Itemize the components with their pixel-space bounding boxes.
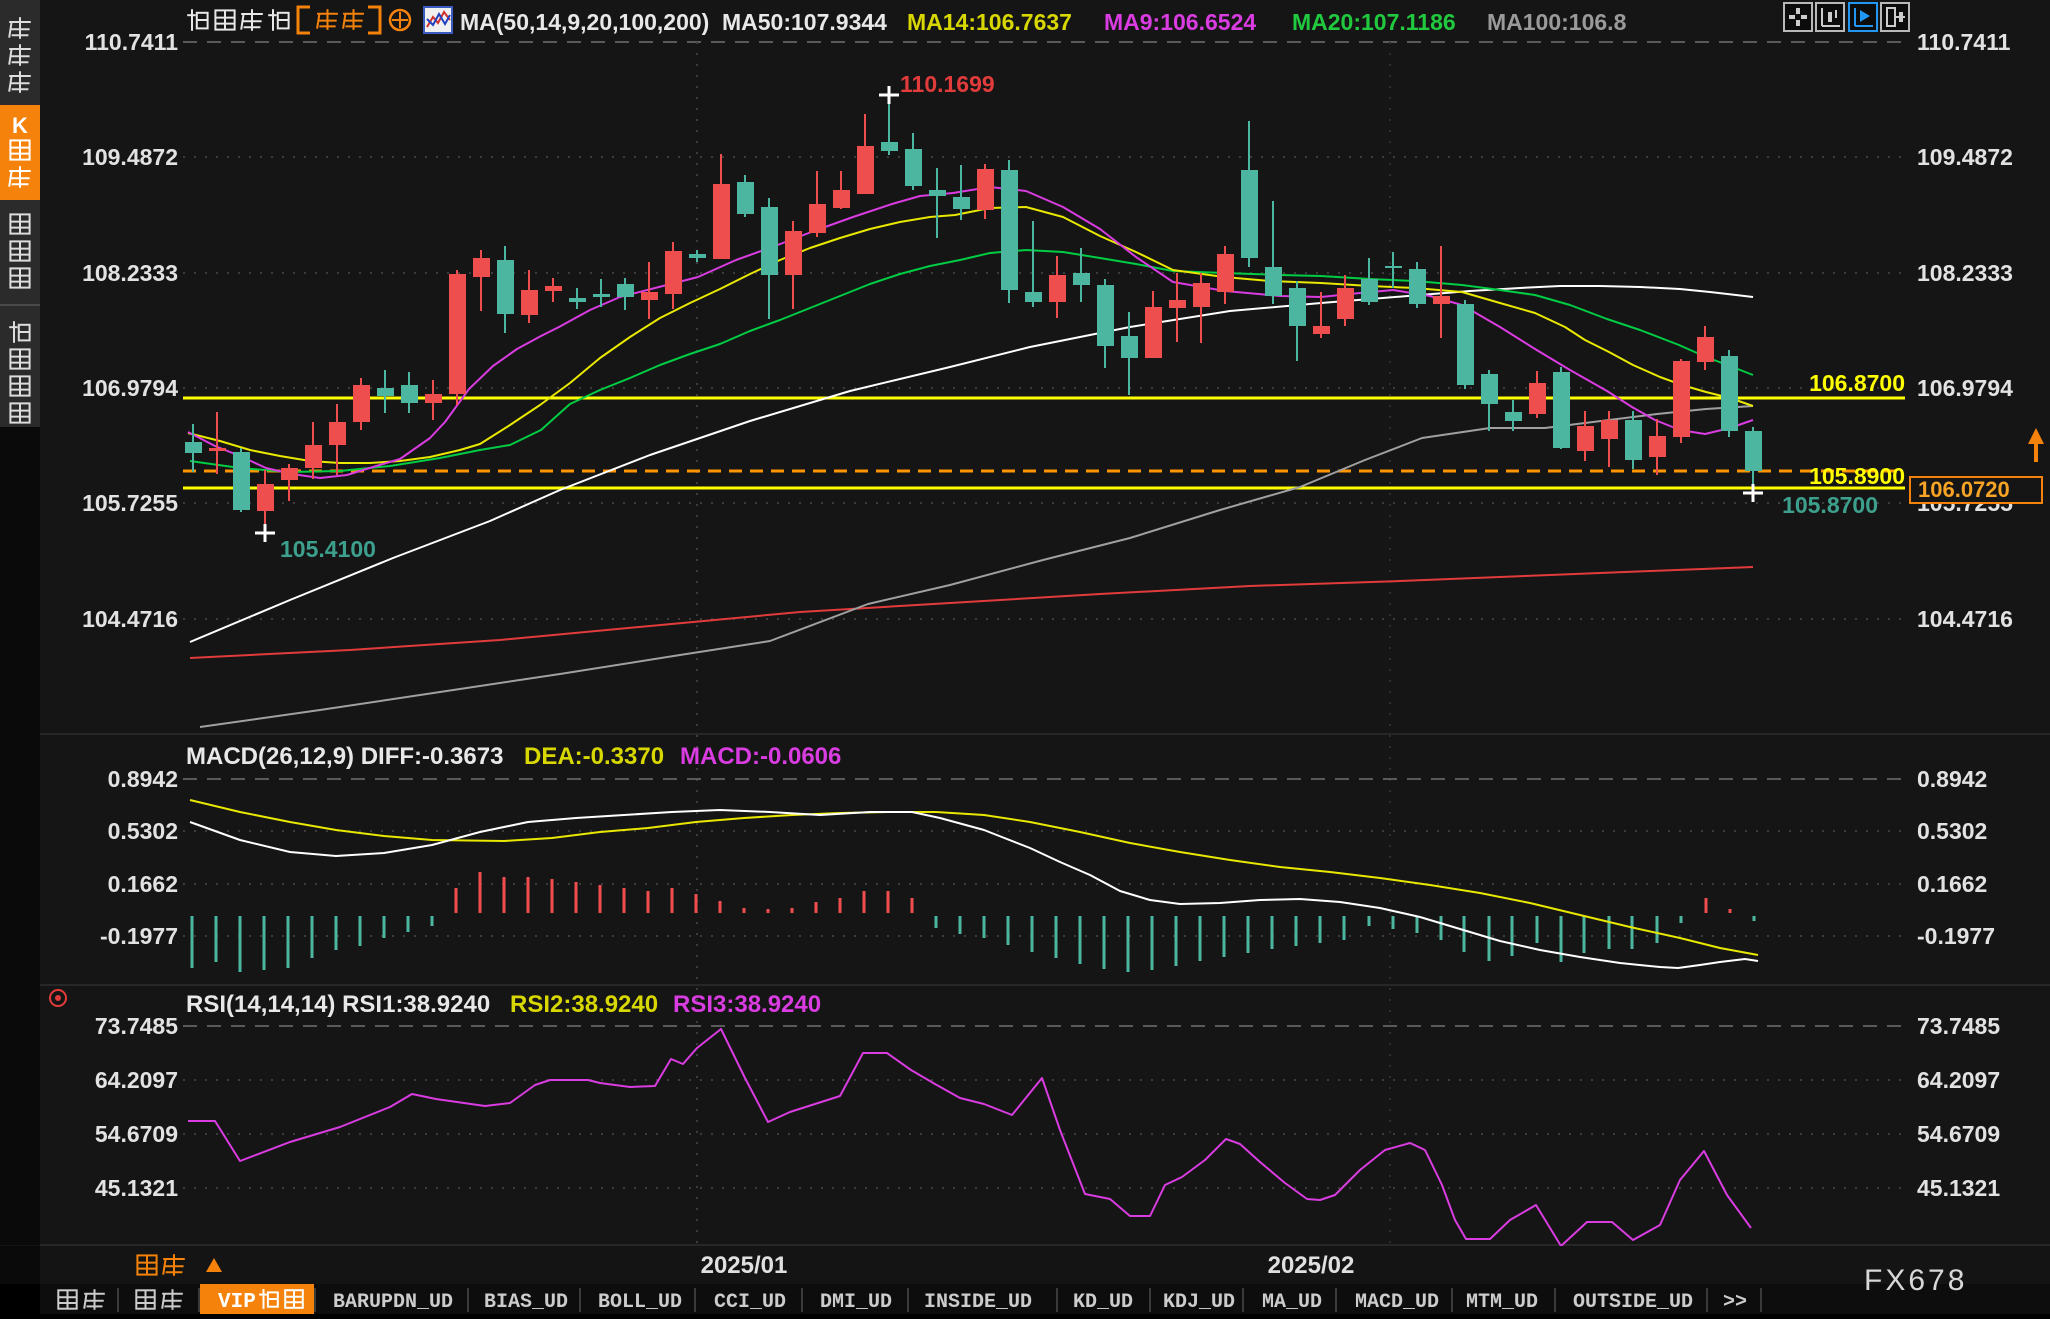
svg-text:MA20:107.1186: MA20:107.1186 [1292,9,1456,35]
svg-text:106.9794: 106.9794 [82,375,178,401]
svg-text:RSI3:38.9240: RSI3:38.9240 [673,991,821,1018]
svg-text:109.4872: 109.4872 [82,144,178,170]
svg-text:-0.1977: -0.1977 [1917,923,1995,949]
svg-text:INSIDE_UD: INSIDE_UD [924,1291,1032,1314]
svg-text:DEA:-0.3370: DEA:-0.3370 [524,743,664,770]
svg-text:-0.1977: -0.1977 [100,923,178,949]
svg-text:73.7485: 73.7485 [95,1013,178,1039]
svg-text:106.8700: 106.8700 [1809,370,1905,396]
svg-text:MACD:-0.0606: MACD:-0.0606 [680,743,841,770]
svg-text:105.7255: 105.7255 [82,490,178,516]
svg-text:108.2333: 108.2333 [1917,260,2013,286]
svg-text:KD_UD: KD_UD [1073,1291,1133,1314]
svg-text:64.2097: 64.2097 [95,1067,178,1093]
svg-text:104.4716: 104.4716 [1917,606,2013,632]
svg-text:MA100:106.8: MA100:106.8 [1487,9,1627,35]
svg-text:MA_UD: MA_UD [1262,1291,1322,1314]
svg-text:2025/02: 2025/02 [1268,1252,1355,1279]
svg-text:110.7411: 110.7411 [85,29,179,55]
svg-text:106.0720: 106.0720 [1918,477,2010,502]
svg-text:2025/01: 2025/01 [701,1252,788,1279]
svg-text:105.4100: 105.4100 [280,536,376,562]
svg-text:0.5302: 0.5302 [108,818,178,844]
svg-text:109.4872: 109.4872 [1917,144,2013,170]
svg-text:BIAS_UD: BIAS_UD [484,1291,568,1314]
svg-text:64.2097: 64.2097 [1917,1067,2000,1093]
svg-text:MA(50,14,9,20,100,200): MA(50,14,9,20,100,200) [460,9,709,35]
svg-text:RSI2:38.9240: RSI2:38.9240 [510,991,658,1018]
svg-text:0.1662: 0.1662 [108,871,178,897]
svg-text:MA50:107.9344: MA50:107.9344 [722,9,887,35]
svg-text:105.8700: 105.8700 [1782,492,1878,518]
svg-text:0.5302: 0.5302 [1917,818,1987,844]
svg-text:CCI_UD: CCI_UD [714,1291,786,1314]
svg-text:105.8900: 105.8900 [1809,463,1905,489]
svg-text:FX678: FX678 [1864,1264,1967,1297]
svg-text:54.6709: 54.6709 [1917,1121,2000,1147]
svg-text:MACD_UD: MACD_UD [1355,1291,1439,1314]
svg-text:54.6709: 54.6709 [95,1121,178,1147]
svg-text:MTM_UD: MTM_UD [1466,1291,1538,1314]
svg-text:73.7485: 73.7485 [1917,1013,2000,1039]
svg-text:45.1321: 45.1321 [95,1175,178,1201]
svg-text:DMI_UD: DMI_UD [820,1291,892,1314]
svg-text:106.9794: 106.9794 [1917,375,2013,401]
svg-text:MA9:106.6524: MA9:106.6524 [1104,9,1256,35]
svg-text:0.8942: 0.8942 [1917,766,1987,792]
svg-text:KDJ_UD: KDJ_UD [1163,1291,1235,1314]
svg-text:45.1321: 45.1321 [1917,1175,2000,1201]
svg-text:0.8942: 0.8942 [108,766,178,792]
svg-text:110.7411: 110.7411 [1917,29,2011,55]
svg-text:>>: >> [1723,1291,1747,1314]
svg-text:RSI(14,14,14) RSI1:38.9240: RSI(14,14,14) RSI1:38.9240 [186,991,490,1018]
svg-text:MACD(26,12,9) DIFF:-0.3673: MACD(26,12,9) DIFF:-0.3673 [186,743,503,770]
svg-text:VIP: VIP [218,1291,256,1314]
svg-text:OUTSIDE_UD: OUTSIDE_UD [1573,1291,1693,1314]
svg-text:110.1699: 110.1699 [900,71,995,97]
svg-text:BOLL_UD: BOLL_UD [598,1291,682,1314]
svg-text:BARUPDN_UD: BARUPDN_UD [333,1291,453,1314]
svg-text:K: K [12,113,28,138]
svg-text:104.4716: 104.4716 [82,606,178,632]
svg-text:108.2333: 108.2333 [82,260,178,286]
svg-text:MA14:106.7637: MA14:106.7637 [907,9,1072,35]
svg-text:0.1662: 0.1662 [1917,871,1987,897]
